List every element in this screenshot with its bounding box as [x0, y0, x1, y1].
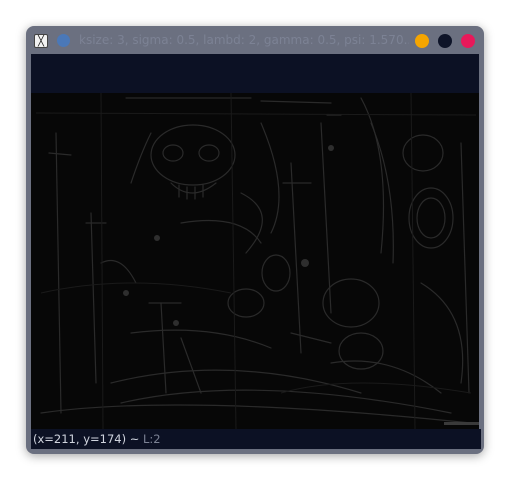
image-viewer-window: ╳ ksize: 3, sigma: 0.5, lambd: 2, gamma:… [26, 26, 484, 454]
x11-app-icon: ╳ [34, 34, 48, 48]
window-title: ksize: 3, sigma: 0.5, lambd: 2, gamma: 0… [79, 33, 409, 47]
minimize-button[interactable] [415, 34, 429, 48]
maximize-button[interactable] [438, 34, 452, 48]
close-button[interactable] [461, 34, 475, 48]
cursor-coordinates: (x=211, y=174) ~ [33, 432, 144, 446]
layer-indicator: L:2 [143, 432, 161, 446]
gabor-filtered-image [31, 93, 479, 429]
window-menu-icon[interactable] [57, 34, 70, 47]
toolbar [31, 54, 479, 93]
title-bar[interactable]: ╳ ksize: 3, sigma: 0.5, lambd: 2, gamma:… [26, 26, 484, 54]
image-canvas[interactable] [31, 93, 479, 429]
status-bar: (x=211, y=174) ~ L:2 [31, 429, 481, 449]
